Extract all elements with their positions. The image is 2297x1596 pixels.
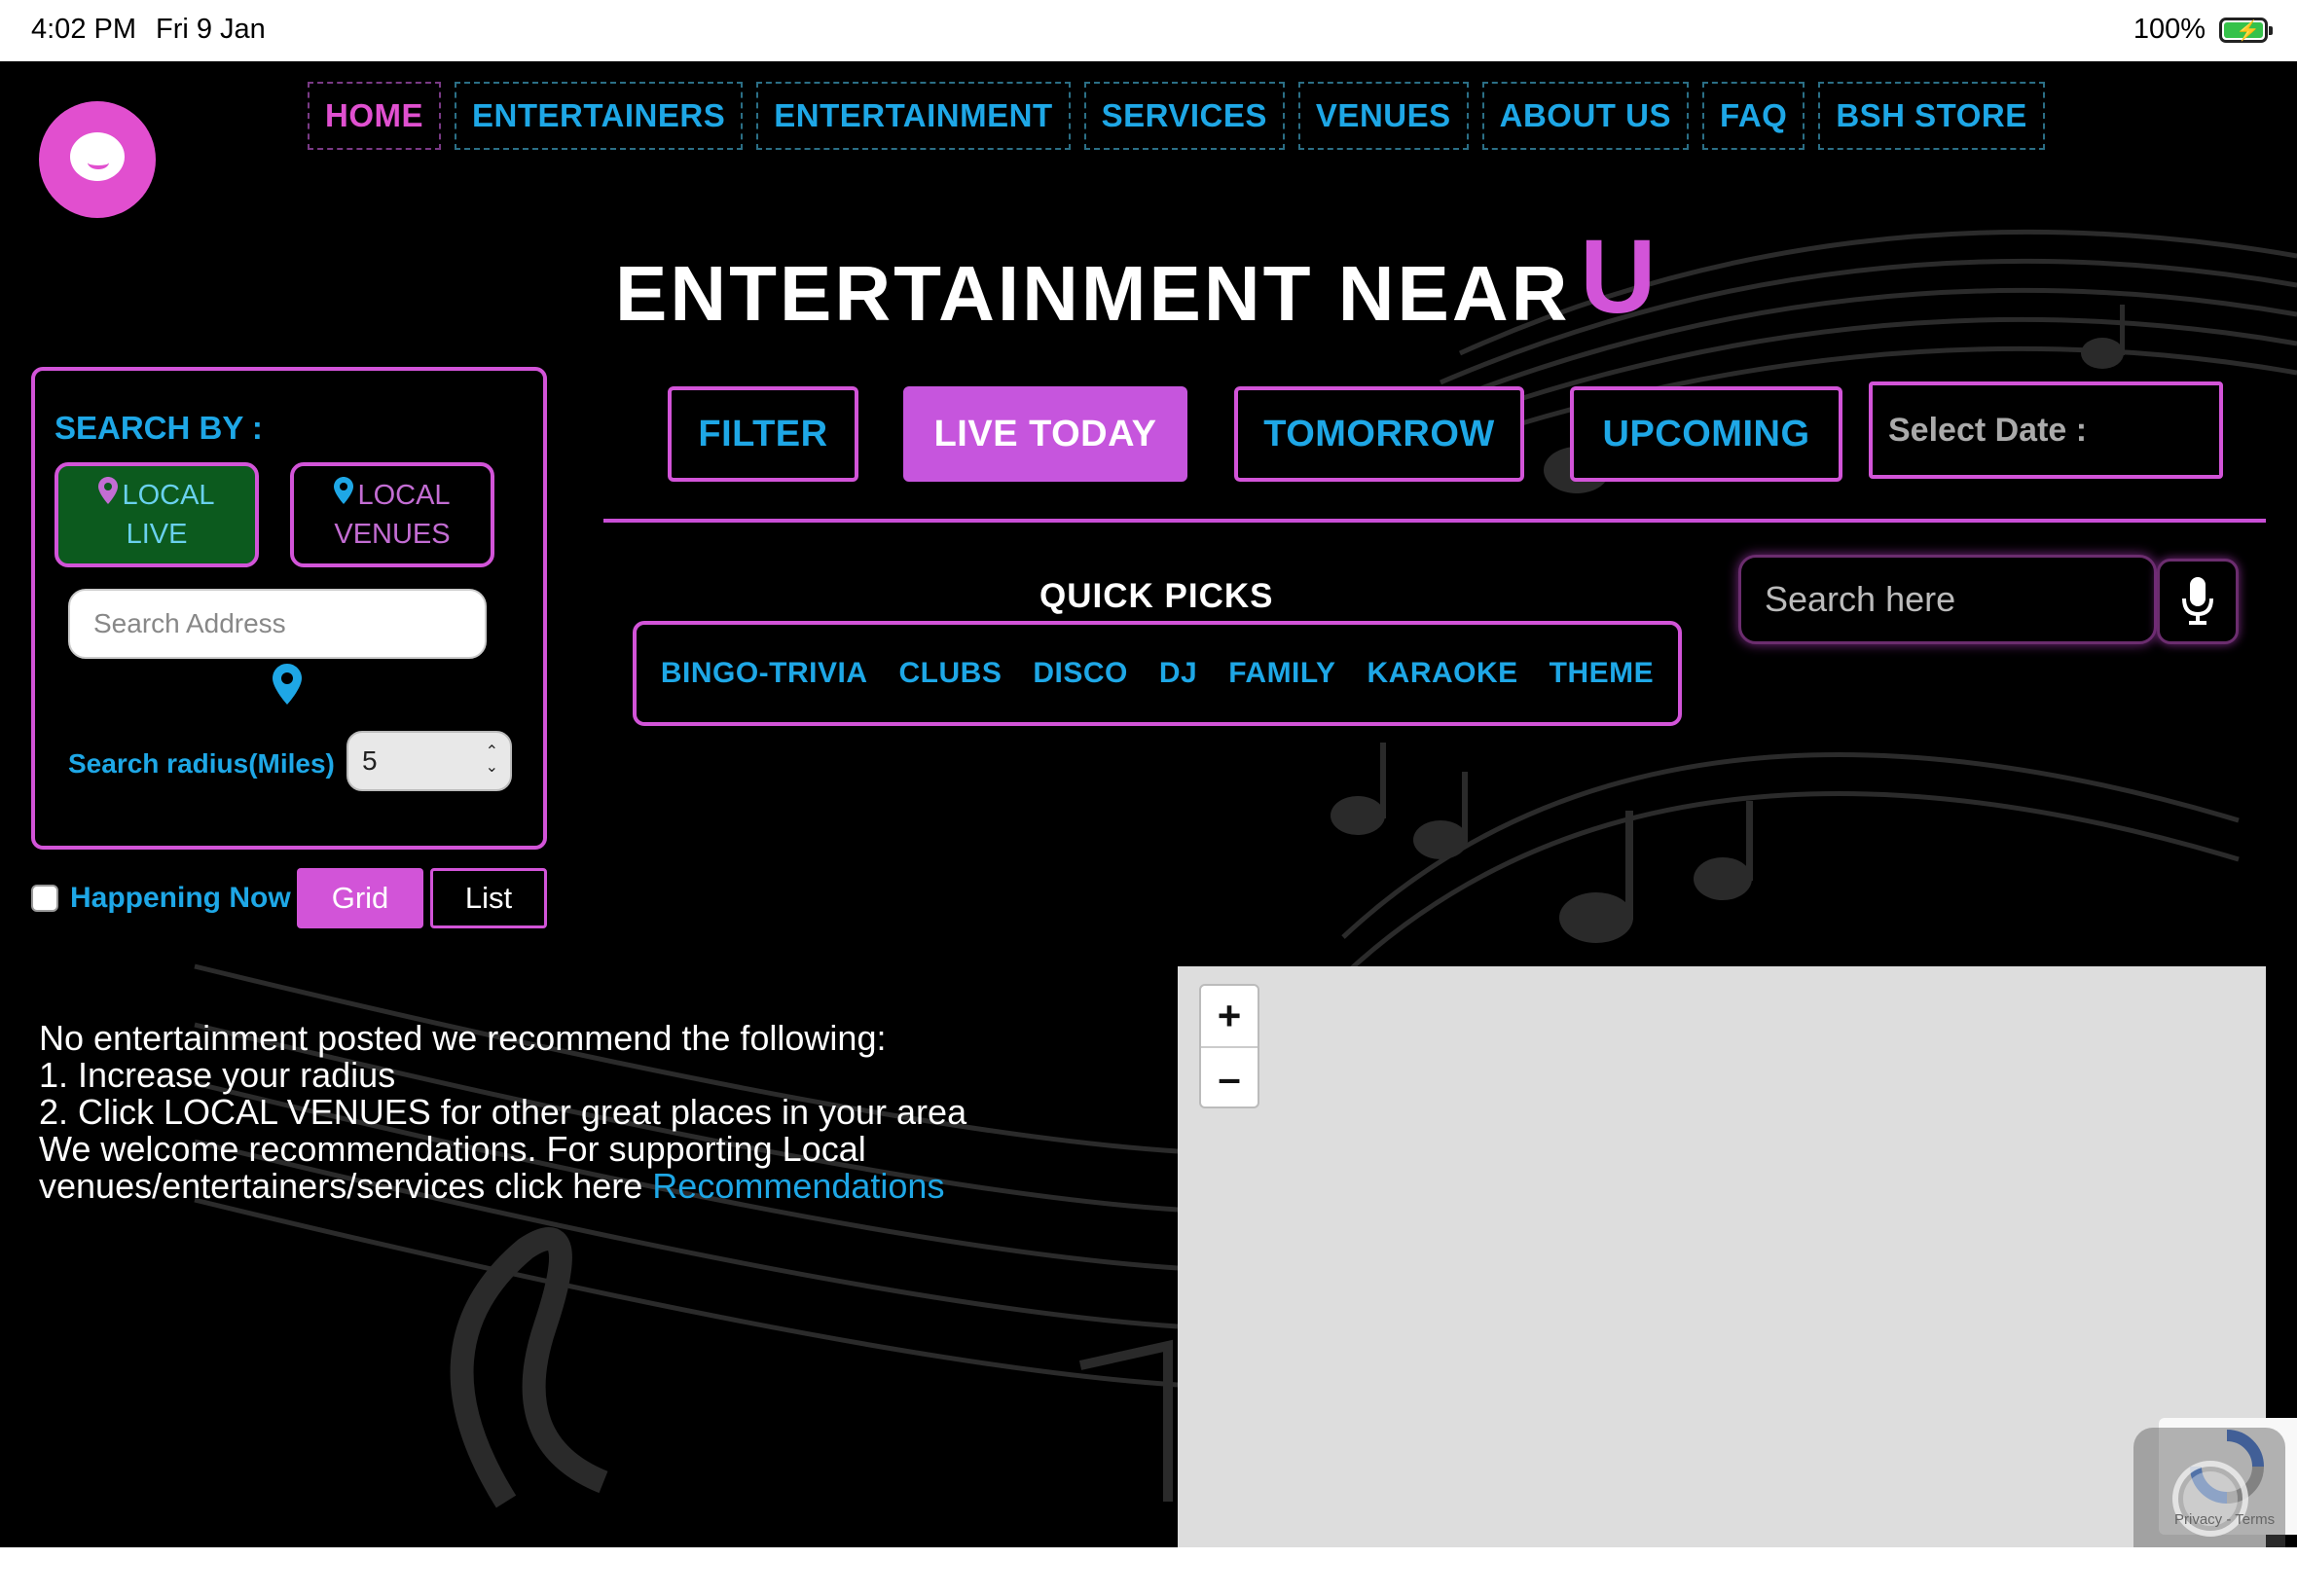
nav-home[interactable]: HOME <box>308 82 441 150</box>
grid-view-button[interactable]: Grid <box>297 868 423 928</box>
quick-picks-box: BINGO-TRIVIA CLUBS DISCO DJ FAMILY KARAO… <box>633 621 1682 726</box>
live-today-button[interactable]: LIVE TODAY <box>903 386 1187 482</box>
recaptcha-privacy-terms[interactable]: Privacy - Terms <box>2174 1511 2275 1528</box>
quick-pick-clubs[interactable]: CLUBS <box>899 657 1003 690</box>
microphone-icon <box>2182 577 2213 625</box>
main-nav: HOME ENTERTAINERS ENTERTAINMENT SERVICES… <box>308 82 2045 150</box>
search-by-title: SEARCH BY : <box>55 410 263 446</box>
quick-pick-bingo-trivia[interactable]: BINGO-TRIVIA <box>661 657 868 690</box>
battery-percent: 100% <box>2133 14 2206 45</box>
message-line-4: We welcome recommendations. For supporti… <box>39 1129 866 1169</box>
quick-picks-title: QUICK PICKS <box>1039 577 1274 615</box>
recaptcha-badge[interactable]: Privacy - Terms <box>2133 1418 2297 1547</box>
no-results-message: No entertainment posted we recommend the… <box>39 1020 1148 1205</box>
location-pin-icon <box>334 476 354 515</box>
recommendations-link[interactable]: Recommendations <box>652 1166 944 1206</box>
message-line-5: venues/entertainers/services click here <box>39 1166 643 1206</box>
local-live-line1: LOCAL <box>122 480 215 511</box>
local-live-line2: LIVE <box>126 519 188 550</box>
quick-pick-disco[interactable]: DISCO <box>1033 657 1128 690</box>
battery-icon: ⚡ <box>2219 18 2273 43</box>
location-pin-icon <box>98 476 119 515</box>
search-radius-label: Search radius(Miles) <box>68 748 335 779</box>
chat-logo-button[interactable] <box>39 101 156 218</box>
search-radius-select[interactable]: 5 ⌃ ⌄ <box>346 731 512 791</box>
status-date: Fri 9 Jan <box>156 14 266 45</box>
search-radius-value: 5 <box>362 745 378 776</box>
nav-entertainment[interactable]: ENTERTAINMENT <box>756 82 1071 150</box>
list-view-button[interactable]: List <box>430 868 547 928</box>
chat-bubble-icon <box>70 132 125 181</box>
message-line-1: No entertainment posted we recommend the… <box>39 1018 887 1058</box>
refresh-circle-icon <box>2172 1461 2248 1537</box>
search-panel: SEARCH BY : LOCAL LIVE LOCAL VENUES Sear… <box>31 367 547 850</box>
happening-now-row: Happening Now <box>31 868 291 928</box>
bottom-area <box>0 1547 2297 1596</box>
quick-pick-family[interactable]: FAMILY <box>1228 657 1335 690</box>
happening-now-label[interactable]: Happening Now <box>70 882 291 915</box>
select-arrows-icon: ⌃ ⌄ <box>485 744 498 776</box>
select-date-field[interactable]: Select Date : <box>1869 381 2223 479</box>
nav-venues[interactable]: VENUES <box>1297 82 1469 150</box>
nav-services[interactable]: SERVICES <box>1083 82 1285 150</box>
page-title-text: ENTERTAINMENT NEAR <box>615 250 1571 337</box>
message-line-3: 2. Click LOCAL VENUES for other great pl… <box>39 1092 967 1132</box>
local-live-button[interactable]: LOCAL LIVE <box>55 462 259 567</box>
page-title-accent: U <box>1580 217 1659 335</box>
app-page: HOME ENTERTAINERS ENTERTAINMENT SERVICES… <box>0 61 2297 1547</box>
page-title: ENTERTAINMENT NEARU <box>615 224 1659 337</box>
nav-faq[interactable]: FAQ <box>1701 82 1805 150</box>
status-time: 4:02 PM <box>31 14 136 45</box>
message-line-2: 1. Increase your radius <box>39 1055 396 1095</box>
local-venues-button[interactable]: LOCAL VENUES <box>290 462 494 567</box>
map-pin-icon[interactable] <box>273 663 302 710</box>
nav-entertainers[interactable]: ENTERTAINERS <box>455 82 744 150</box>
search-input[interactable] <box>1738 555 2157 644</box>
divider <box>603 519 2266 523</box>
local-venues-line2: VENUES <box>334 519 451 550</box>
map-view[interactable]: + – <box>1178 966 2266 1547</box>
recaptcha-overlay <box>2133 1428 2285 1547</box>
status-bar: 4:02 PM Fri 9 Jan 100% ⚡ <box>0 0 2297 61</box>
tomorrow-button[interactable]: TOMORROW <box>1234 386 1524 482</box>
filter-button[interactable]: FILTER <box>668 386 858 482</box>
zoom-in-button[interactable]: + <box>1201 986 1258 1046</box>
search-address-input[interactable] <box>68 589 487 659</box>
quick-pick-karaoke[interactable]: KARAOKE <box>1367 657 1517 690</box>
quick-pick-theme[interactable]: THEME <box>1550 657 1655 690</box>
local-venues-line1: LOCAL <box>357 480 451 511</box>
upcoming-button[interactable]: UPCOMING <box>1570 386 1842 482</box>
nav-about-us[interactable]: ABOUT US <box>1481 82 1689 150</box>
nav-bsh-store[interactable]: BSH STORE <box>1818 82 2045 150</box>
map-zoom-control: + – <box>1199 984 1259 1108</box>
zoom-out-button[interactable]: – <box>1201 1046 1258 1108</box>
happening-now-checkbox[interactable] <box>31 885 58 912</box>
quick-pick-dj[interactable]: DJ <box>1159 657 1197 690</box>
voice-search-button[interactable] <box>2157 559 2239 644</box>
